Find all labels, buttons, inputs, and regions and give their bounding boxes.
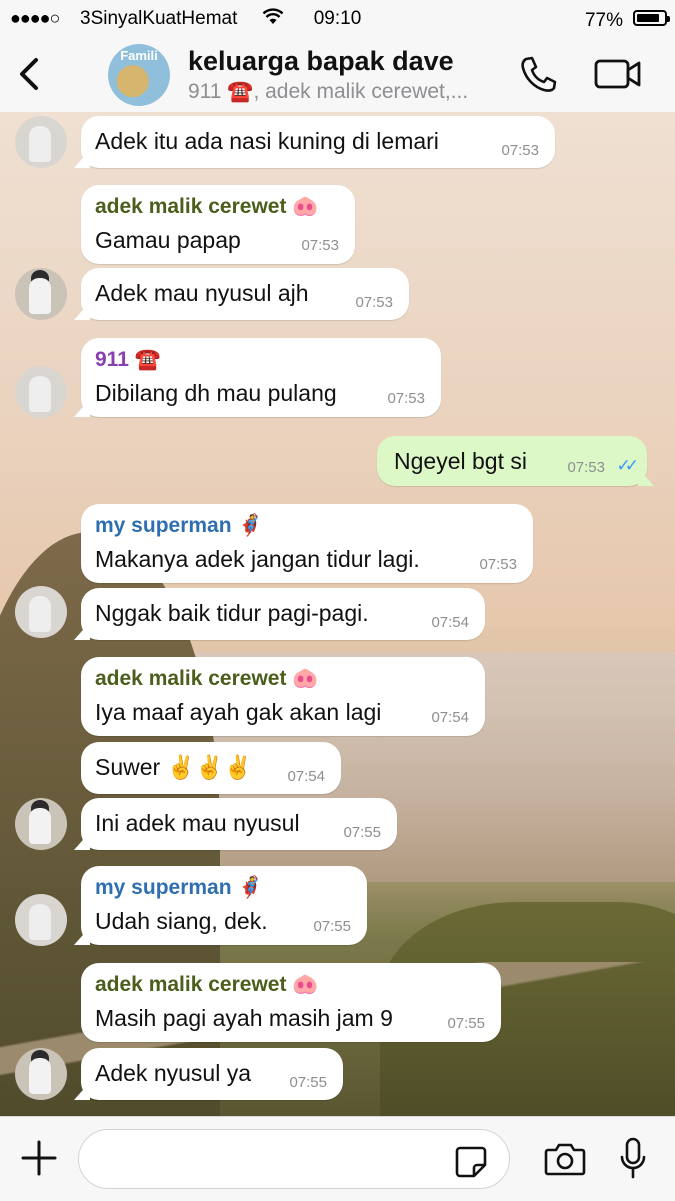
- message-bubble[interactable]: adek malik cerewet 🐽 Iya maaf ayah gak a…: [81, 657, 485, 736]
- message-text: Masih pagi ayah masih jam 9: [95, 1005, 393, 1031]
- message-time: 07:55: [343, 824, 381, 841]
- message-text: Suwer ✌️✌️✌️: [95, 754, 253, 780]
- message-sender[interactable]: my superman 🦸: [95, 876, 264, 900]
- message-time: 07:55: [447, 1015, 485, 1032]
- back-button[interactable]: [14, 54, 44, 94]
- message-text: Makanya adek jangan tidur lagi.: [95, 546, 420, 572]
- message-list[interactable]: Adek itu ada nasi kuning di lemari 07:53…: [0, 112, 675, 1116]
- message-text: Adek nyusul ya: [95, 1060, 251, 1086]
- message-bubble[interactable]: adek malik cerewet 🐽 Gamau papap 07:53: [81, 185, 355, 264]
- message-time: 07:54: [431, 709, 469, 726]
- sender-avatar[interactable]: [15, 366, 67, 418]
- message-bubble[interactable]: Adek mau nyusul ajh 07:53: [81, 268, 409, 320]
- message-text: Adek itu ada nasi kuning di lemari: [95, 128, 439, 154]
- group-avatar-label: Famili: [120, 48, 158, 63]
- message-sender[interactable]: adek malik cerewet 🐽: [95, 667, 318, 691]
- clock: 09:10: [313, 8, 362, 29]
- message-time: 07:53: [301, 237, 339, 254]
- message-sender[interactable]: my superman 🦸: [95, 514, 264, 538]
- message-time: 07:53: [355, 294, 393, 311]
- message-text: Ngeyel bgt si: [394, 448, 527, 474]
- message-time: 07:53: [479, 556, 517, 573]
- camera-button[interactable]: [544, 1141, 586, 1182]
- video-camera-icon: [594, 59, 641, 89]
- message-time: 07:54: [287, 768, 325, 785]
- message-sender[interactable]: 911 ☎️: [95, 348, 161, 372]
- message-text: Adek mau nyusul ajh: [95, 280, 309, 306]
- sender-avatar[interactable]: [15, 894, 67, 946]
- attach-button[interactable]: [20, 1139, 58, 1182]
- plus-icon: [21, 1140, 57, 1176]
- message-bubble[interactable]: Ini adek mau nyusul 07:55: [81, 798, 397, 850]
- message-bubble[interactable]: Suwer ✌️✌️✌️ 07:54: [81, 742, 341, 794]
- video-call-button[interactable]: [594, 56, 642, 97]
- sticker-icon: [455, 1146, 487, 1178]
- message-sender[interactable]: adek malik cerewet 🐽: [95, 195, 318, 219]
- voice-call-button[interactable]: [518, 54, 558, 99]
- message-bubble[interactable]: Adek itu ada nasi kuning di lemari 07:53: [81, 116, 555, 168]
- composer-bar: [0, 1116, 675, 1201]
- message-text: Nggak baik tidur pagi-pagi.: [95, 600, 369, 626]
- sender-avatar[interactable]: [15, 268, 67, 320]
- sender-avatar[interactable]: [15, 116, 67, 168]
- message-text: Udah siang, dek.: [95, 908, 268, 934]
- message-time: 07:54: [431, 614, 469, 631]
- sender-avatar[interactable]: [15, 1048, 67, 1100]
- message-text: Iya maaf ayah gak akan lagi: [95, 699, 382, 725]
- voice-record-button[interactable]: [620, 1137, 646, 1186]
- chat-title[interactable]: keluarga bapak dave: [188, 46, 454, 77]
- phone-icon: [521, 56, 557, 92]
- battery-icon: [633, 10, 670, 26]
- message-bubble[interactable]: my superman 🦸 Makanya adek jangan tidur …: [81, 504, 533, 583]
- message-sender[interactable]: adek malik cerewet 🐽: [95, 973, 318, 997]
- read-receipt-icon: ✓✓: [616, 456, 639, 475]
- camera-icon: [544, 1143, 586, 1176]
- sender-avatar[interactable]: [15, 798, 67, 850]
- message-bubble[interactable]: adek malik cerewet 🐽 Masih pagi ayah mas…: [81, 963, 501, 1042]
- chat-participants[interactable]: 911 ☎️, adek malik cerewet,...: [188, 80, 468, 104]
- message-text: Ini adek mau nyusul: [95, 810, 300, 836]
- microphone-icon: [620, 1137, 646, 1179]
- sender-avatar[interactable]: [15, 586, 67, 638]
- chevron-left-icon: [20, 58, 38, 90]
- message-time: 07:53: [501, 142, 539, 159]
- group-avatar[interactable]: Famili: [108, 44, 170, 106]
- message-input[interactable]: [78, 1129, 510, 1189]
- outgoing-message-bubble[interactable]: Ngeyel bgt si 07:53 ✓✓: [377, 436, 647, 486]
- message-time: 07:55: [289, 1074, 327, 1091]
- message-time: 07:53: [387, 390, 425, 407]
- message-bubble[interactable]: 911 ☎️ Dibilang dh mau pulang 07:53: [81, 338, 441, 417]
- status-bar: ●●●●○ 3SinyalKuatHemat 09:10 77%: [0, 0, 675, 36]
- message-bubble[interactable]: Nggak baik tidur pagi-pagi. 07:54: [81, 588, 485, 640]
- message-time: 07:53: [567, 459, 605, 476]
- battery-percent: 77%: [584, 10, 623, 31]
- chat-header: Famili keluarga bapak dave 911 ☎️, adek …: [0, 36, 675, 113]
- message-text: Gamau papap: [95, 227, 241, 253]
- sticker-button[interactable]: [454, 1145, 488, 1184]
- message-text: Dibilang dh mau pulang: [95, 380, 337, 406]
- message-time: 07:55: [313, 918, 351, 935]
- message-bubble[interactable]: my superman 🦸 Udah siang, dek. 07:55: [81, 866, 367, 945]
- message-bubble[interactable]: Adek nyusul ya 07:55: [81, 1048, 343, 1100]
